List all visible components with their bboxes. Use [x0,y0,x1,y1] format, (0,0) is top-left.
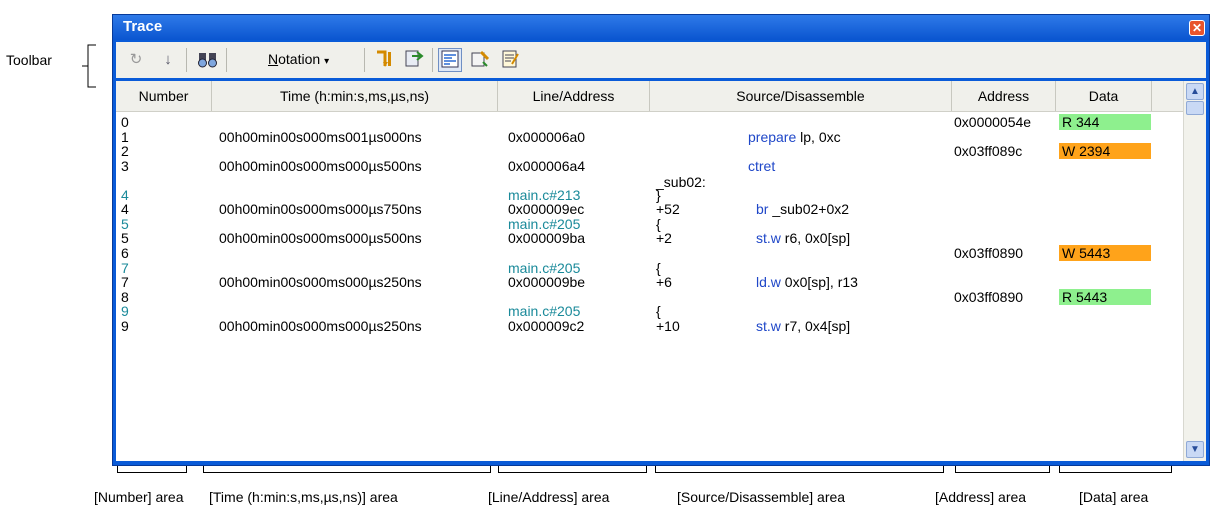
save-icon[interactable] [498,48,522,72]
cell-source: br _sub02+0x2 [756,201,850,218]
cell-address: 0x03ff0890 [954,288,1024,305]
window-title: Trace [123,18,163,35]
number-area-label: [Number] area [94,489,184,505]
toolbar-separator [226,48,227,72]
vertical-scrollbar[interactable]: ▲ ▼ [1183,81,1206,461]
cell-time: 00h00min00s000ms000µs500ns [219,230,422,247]
toolbar-callout: Toolbar [6,52,52,68]
number-area-bracket [117,466,187,473]
notation-accelerator: N [268,51,279,67]
cell-source: ctret [748,157,776,174]
close-button[interactable]: ✕ [1189,20,1205,36]
trace-window: Trace ✕ ↻ ↓ Notation ▾ Number Time (h:mi… [112,14,1210,466]
cell-offset: +10 [656,317,680,334]
chevron-down-icon: ▾ [324,56,330,67]
cell-line-address: 0x000009ba [508,230,586,247]
notation-menu[interactable]: Notation ▾ [268,51,329,67]
data-area-label: [Data] area [1079,489,1149,505]
cell-data-write: W 2394 [1059,143,1151,160]
cell-offset: _sub02: [656,174,706,191]
find-icon[interactable] [196,48,220,72]
scroll-thumb[interactable] [1186,101,1204,115]
cell-line-address: 0x000009be [508,274,586,291]
cell-source: st.w r7, 0x4[sp] [756,317,851,334]
cell-time: 00h00min00s000ms000µs500ns [219,157,422,174]
jump-source-icon[interactable] [372,48,396,72]
cell-line-address: 0x000006a0 [508,128,586,145]
cell-address: 0x03ff0890 [954,244,1024,261]
toolbar: ↻ ↓ Notation ▾ [116,42,1206,78]
cell-address: 0x03ff089c [954,143,1023,160]
clear-icon[interactable] [468,48,492,72]
cell-data-read: R 5443 [1059,288,1151,305]
notation-label: otation [278,51,321,67]
cell-time: 00h00min00s000ms000µs250ns [219,317,422,334]
mixed-display-icon[interactable] [438,48,462,72]
line-area-label: [Line/Address] area [488,489,610,505]
line-area-bracket [498,466,647,473]
scroll-down-icon[interactable]: ▼ [1186,441,1204,458]
trace-panel: Number Time (h:min:s,ms,µs,ns) Line/Addr… [116,81,1206,461]
cell-address: 0x0000054e [954,114,1032,130]
title-bar: Trace ✕ [113,15,1209,40]
step-icon[interactable]: ↓ [156,48,180,72]
address-area-label: [Address] area [935,489,1027,505]
source-area-label: [Source/Disassemble] area [677,489,846,505]
trace-rows: 0 0x0000054e R 344 1 00h00min00s000ms001µs00… [116,81,1183,461]
data-area-bracket [1059,466,1172,473]
scroll-up-icon[interactable]: ▲ [1186,83,1204,100]
toolbar-separator [364,48,365,72]
toolbar-bracket [82,44,96,88]
cell-source: st.w r6, 0x0[sp] [756,230,851,247]
jump-disasm-icon[interactable] [402,48,426,72]
cell-data-read: R 344 [1059,114,1151,130]
cell-number: 3 [121,157,129,174]
cell-offset: +2 [656,230,672,247]
refresh-icon[interactable]: ↻ [124,48,148,72]
cell-line-address: 0x000006a4 [508,157,586,174]
cell-data-write: W 5443 [1059,244,1151,261]
cell-time: 00h00min00s000ms000µs250ns [219,274,422,291]
cell-time: 00h00min00s000ms001µs000ns [219,128,422,145]
cell-time: 00h00min00s000ms000µs750ns [219,201,422,218]
cell-source: ld.w 0x0[sp], r13 [756,274,858,291]
toolbar-separator [186,48,187,72]
source-area-bracket [655,466,944,473]
cell-offset: +6 [656,274,672,291]
time-area-bracket [203,466,491,473]
cell-line-address: 0x000009c2 [508,317,585,334]
time-area-label: [Time (h:min:s,ms,µs,ns)] area [209,489,398,505]
cell-number: 9 [121,317,129,334]
toolbar-separator [432,48,433,72]
cell-source: prepare lp, 0xc [748,128,841,145]
address-area-bracket [955,466,1050,473]
